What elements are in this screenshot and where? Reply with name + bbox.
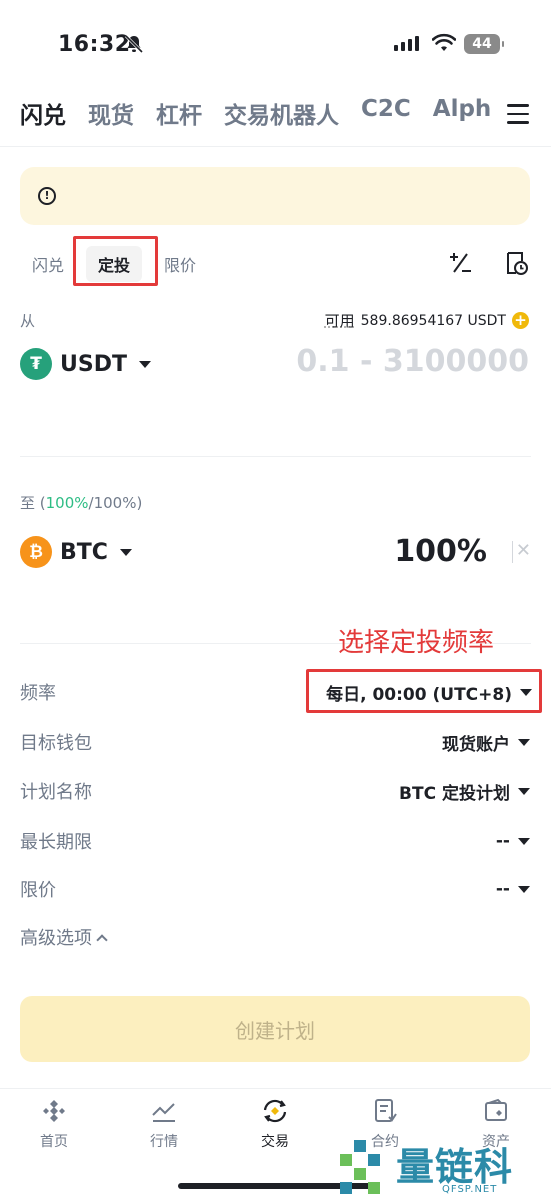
top-tabs: 闪兑 现货 杠杆 交易机器人 C2C Alpha bbox=[20, 96, 490, 136]
tab-alpha[interactable]: Alpha bbox=[433, 96, 490, 136]
signal-icon bbox=[394, 36, 419, 51]
from-label: 从 bbox=[20, 312, 36, 330]
from-coin-selector[interactable]: ₮ USDT bbox=[20, 348, 151, 380]
wallet-icon bbox=[485, 1098, 507, 1121]
plan-name-label: 计划名称 bbox=[20, 782, 92, 803]
calculator-icon[interactable] bbox=[447, 250, 473, 276]
target-wallet-row[interactable]: 目标钱包 现货账户 bbox=[20, 727, 530, 757]
limit-price-label: 限价 bbox=[20, 880, 56, 901]
advanced-options-toggle[interactable]: 高级选项 bbox=[20, 924, 108, 950]
from-coin-name: USDT bbox=[60, 351, 127, 377]
menu-icon[interactable] bbox=[507, 104, 529, 124]
to-coin-name: BTC bbox=[60, 539, 108, 565]
home-icon bbox=[43, 1100, 65, 1122]
frequency-row[interactable]: 频率 每日, 00:00 (UTC+8) bbox=[20, 677, 532, 707]
divider bbox=[0, 146, 551, 147]
subtab-limit[interactable]: 限价 bbox=[152, 246, 208, 282]
watermark-logo-icon bbox=[340, 1140, 380, 1194]
available-value: 589.86954167 USDT bbox=[360, 312, 506, 329]
create-plan-button[interactable]: 创建计划 bbox=[20, 996, 530, 1062]
futures-icon bbox=[375, 1099, 397, 1122]
chevron-down-icon bbox=[119, 548, 132, 556]
notice-banner[interactable]: ! bbox=[20, 167, 530, 225]
nav-home[interactable]: 首页 bbox=[14, 1097, 94, 1151]
chevron-up-icon bbox=[96, 933, 108, 946]
annotation-text: 选择定投频率 bbox=[338, 628, 495, 658]
watermark-sub: QFSP.NET bbox=[442, 1184, 498, 1195]
tab-trading-bots[interactable]: 交易机器人 bbox=[224, 96, 339, 136]
max-duration-row[interactable]: 最长期限 -- bbox=[20, 826, 530, 856]
order-history-icon[interactable] bbox=[503, 250, 529, 276]
plan-name-value[interactable]: BTC 定投计划 bbox=[399, 779, 530, 804]
nav-trade[interactable]: 交易 bbox=[235, 1097, 315, 1151]
divider bbox=[20, 456, 531, 457]
chevron-down-icon bbox=[138, 360, 151, 368]
tab-convert[interactable]: 闪兑 bbox=[20, 96, 66, 136]
battery-icon: 44 bbox=[464, 34, 504, 54]
tab-c2c[interactable]: C2C bbox=[361, 96, 411, 136]
chevron-down-icon bbox=[518, 738, 530, 746]
limit-price-value[interactable]: -- bbox=[496, 879, 530, 899]
allocation-percent-input[interactable]: 100% bbox=[394, 534, 487, 569]
subtab-convert[interactable]: 闪兑 bbox=[20, 246, 76, 282]
chevron-down-icon bbox=[518, 885, 530, 893]
trade-icon bbox=[263, 1099, 287, 1123]
btc-coin-icon: ₿ bbox=[20, 536, 52, 568]
chevron-down-icon bbox=[518, 787, 530, 795]
available-balance: 可用 589.86954167 USDT + bbox=[325, 310, 529, 331]
tab-margin[interactable]: 杠杆 bbox=[156, 96, 202, 136]
markets-icon bbox=[152, 1103, 175, 1122]
chevron-down-icon bbox=[518, 837, 530, 845]
amount-input[interactable] bbox=[269, 344, 529, 379]
frequency-value[interactable]: 每日, 00:00 (UTC+8) bbox=[326, 680, 532, 705]
add-funds-icon[interactable]: + bbox=[512, 312, 529, 329]
target-wallet-label: 目标钱包 bbox=[20, 733, 92, 754]
to-label: 至 (100%/100%) bbox=[20, 494, 143, 512]
info-icon: ! bbox=[38, 187, 56, 205]
annotation-box-recurring bbox=[73, 236, 158, 286]
chevron-down-icon bbox=[520, 688, 532, 696]
usdt-coin-icon: ₮ bbox=[20, 348, 52, 380]
plan-name-row[interactable]: 计划名称 BTC 定投计划 bbox=[20, 776, 530, 806]
watermark: 量链科技 QFSP.NET bbox=[330, 1134, 551, 1200]
limit-price-row[interactable]: 限价 -- bbox=[20, 874, 530, 904]
tab-spot[interactable]: 现货 bbox=[88, 96, 134, 136]
max-duration-value[interactable]: -- bbox=[496, 831, 530, 851]
text-cursor bbox=[512, 541, 513, 563]
clear-icon[interactable]: ✕ bbox=[516, 540, 531, 561]
bell-muted-icon bbox=[124, 34, 144, 54]
nav-markets[interactable]: 行情 bbox=[124, 1097, 204, 1151]
wifi-icon bbox=[432, 33, 456, 51]
available-label: 可用 bbox=[324, 312, 355, 330]
frequency-label: 频率 bbox=[20, 683, 56, 704]
to-coin-selector[interactable]: ₿ BTC bbox=[20, 536, 132, 568]
status-time: 16:32 bbox=[58, 32, 131, 57]
status-bar: 16:32 44 bbox=[0, 0, 551, 90]
max-duration-label: 最长期限 bbox=[20, 832, 92, 853]
target-wallet-value[interactable]: 现货账户 bbox=[442, 730, 530, 755]
